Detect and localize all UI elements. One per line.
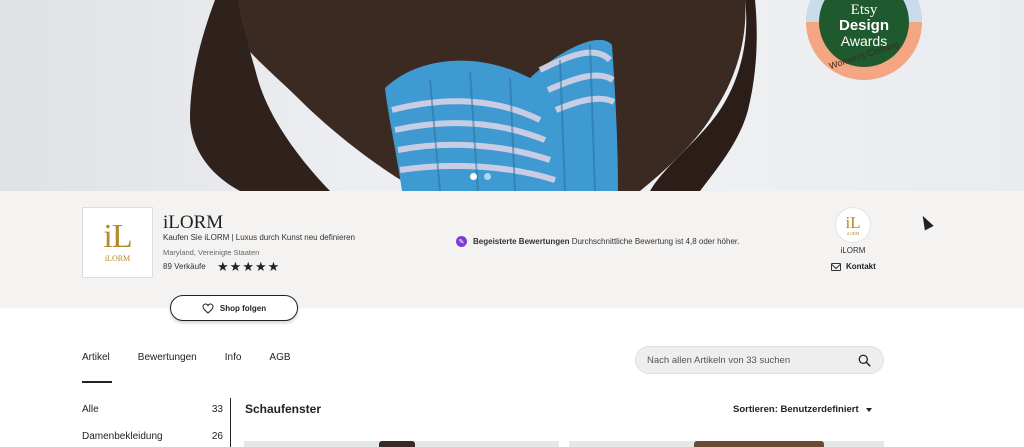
- active-tab-indicator: [82, 381, 112, 383]
- follow-shop-button[interactable]: Shop folgen: [170, 295, 298, 321]
- owner-avatar-mark: iL: [845, 212, 861, 232]
- listing-thumbnail[interactable]: [244, 441, 559, 447]
- review-highlight-text: Begeisterte Bewertungen Durchschnittlich…: [473, 237, 739, 246]
- shop-tagline: Kaufen Sie iLORM | Luxus durch Kunst neu…: [163, 233, 355, 242]
- category-label: Damenbekleidung: [82, 431, 163, 442]
- mail-icon: [831, 262, 841, 271]
- star-icon: ★: [229, 259, 242, 274]
- shop-search[interactable]: [635, 346, 884, 374]
- tab-artikel[interactable]: Artikel: [82, 352, 110, 377]
- category-count: 26: [211, 431, 223, 442]
- sidebar-item-damenbekleidung[interactable]: Damenbekleidung 26: [82, 431, 223, 442]
- star-icon: ★: [242, 259, 254, 274]
- listing-photo: [379, 441, 415, 447]
- review-badge-icon: ✎: [456, 236, 467, 247]
- shop-rating-stars[interactable]: ★ ★ ★ ★ ★: [217, 260, 279, 273]
- etsy-design-awards-badge: Etsy Design Awards Women's Clothing: [806, 0, 922, 80]
- review-highlight-title: Begeisterte Bewertungen: [473, 237, 570, 246]
- shop-logo[interactable]: iL iLORM: [82, 207, 153, 278]
- star-icon: ★: [267, 259, 280, 274]
- carousel-dots[interactable]: [470, 173, 491, 180]
- star-icon: ★: [254, 259, 267, 274]
- search-input[interactable]: [647, 354, 847, 366]
- listing-thumbnail[interactable]: [569, 441, 884, 447]
- owner-name[interactable]: iLORM: [826, 246, 880, 255]
- shop-logo-subtext: iLORM: [104, 254, 131, 263]
- carousel-dot[interactable]: [470, 173, 477, 180]
- owner-avatar[interactable]: iL iLORM: [835, 207, 871, 243]
- review-highlight-detail: Durchschnittliche Bewertung ist 4,8 oder…: [571, 237, 740, 246]
- carousel-dot[interactable]: [484, 173, 491, 180]
- search-icon[interactable]: [858, 354, 871, 367]
- sidebar-item-alle[interactable]: Alle 33: [82, 404, 223, 415]
- sidebar-divider: [230, 398, 231, 447]
- shop-tabs: Artikel Bewertungen Info AGB: [82, 352, 319, 377]
- shop-location: Maryland, Vereinigte Staaten: [163, 248, 260, 257]
- review-highlight: ✎ Begeisterte Bewertungen Durchschnittli…: [456, 236, 739, 247]
- follow-shop-label: Shop folgen: [219, 303, 267, 313]
- contact-label: Kontakt: [846, 262, 876, 271]
- listing-photo: [694, 441, 824, 447]
- star-icon: ★: [217, 259, 229, 274]
- award-line2: Design: [838, 17, 889, 34]
- caret-down-icon: [865, 407, 872, 412]
- owner-avatar-subtext: iLORM: [846, 230, 860, 236]
- tab-info[interactable]: Info: [225, 352, 242, 377]
- shop-logo-mark: iL: [103, 218, 132, 255]
- tab-agb[interactable]: AGB: [269, 352, 290, 377]
- section-title: Schaufenster: [245, 402, 322, 416]
- sort-label: Sortieren: Benutzerdefiniert: [733, 404, 859, 415]
- heart-icon: [202, 302, 214, 314]
- sort-dropdown[interactable]: Sortieren: Benutzerdefiniert: [733, 404, 872, 415]
- shop-name: iLORM: [163, 212, 224, 233]
- category-label: Alle: [82, 404, 99, 415]
- category-count: 33: [211, 404, 223, 415]
- shop-sales-count: 89 Verkäufe: [163, 262, 206, 271]
- tab-bewertungen[interactable]: Bewertungen: [138, 352, 197, 377]
- contact-button[interactable]: Kontakt: [831, 262, 876, 271]
